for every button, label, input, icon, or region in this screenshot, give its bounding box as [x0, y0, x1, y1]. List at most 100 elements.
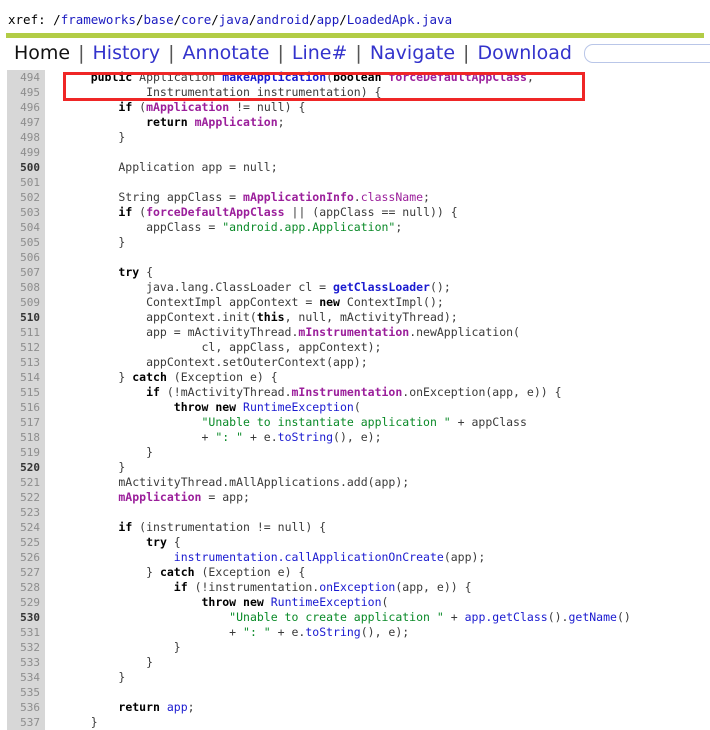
code-token[interactable]: mInstrumentation — [298, 325, 409, 339]
code-token[interactable]: forceDefaultAppClass — [146, 205, 284, 219]
code-line: try { — [63, 535, 710, 550]
line-number[interactable]: 508 — [7, 280, 45, 295]
code-token: ; — [277, 115, 285, 129]
line-number[interactable]: 515 — [7, 385, 45, 400]
line-number[interactable]: 520 — [7, 460, 45, 475]
code-token: public — [63, 70, 140, 84]
xref-breadcrumb: xref: /frameworks/base/core/java/android… — [0, 0, 710, 31]
line-number[interactable]: 503 — [7, 205, 45, 220]
line-number[interactable]: 517 — [7, 415, 45, 430]
line-number[interactable]: 523 — [7, 505, 45, 520]
line-number[interactable]: 501 — [7, 175, 45, 190]
line-number[interactable]: 504 — [7, 220, 45, 235]
code-token[interactable]: mApplication — [195, 115, 278, 129]
menu-item-annotate[interactable]: Annotate — [175, 42, 278, 64]
xref-segment-6[interactable]: LoadedApk.java — [347, 12, 452, 27]
line-number[interactable]: 512 — [7, 340, 45, 355]
line-number[interactable]: 531 — [7, 625, 45, 640]
menu-item-navigate[interactable]: Navigate — [362, 42, 463, 64]
code-token[interactable]: app — [167, 700, 188, 714]
line-number[interactable]: 509 — [7, 295, 45, 310]
xref-segment-5[interactable]: app — [317, 12, 340, 27]
code-token: app = mActivityThread. — [63, 325, 299, 339]
line-number[interactable]: 529 — [7, 595, 45, 610]
line-number[interactable]: 519 — [7, 445, 45, 460]
code-token: ContextImpl appContext = — [63, 295, 320, 309]
line-number[interactable]: 496 — [7, 100, 45, 115]
line-number[interactable]: 500 — [7, 160, 45, 175]
code-token: } — [63, 130, 126, 144]
line-number[interactable]: 514 — [7, 370, 45, 385]
line-number[interactable]: 507 — [7, 265, 45, 280]
menu-item-history[interactable]: History — [85, 42, 169, 64]
line-number[interactable]: 505 — [7, 235, 45, 250]
code-token[interactable]: RuntimeException — [271, 595, 382, 609]
code-token[interactable]: mInstrumentation — [292, 385, 403, 399]
code-token[interactable]: makeApplication — [222, 70, 326, 84]
line-number[interactable]: 533 — [7, 655, 45, 670]
code-line: if (instrumentation != null) { — [63, 520, 710, 535]
line-number[interactable]: 534 — [7, 670, 45, 685]
line-number[interactable]: 502 — [7, 190, 45, 205]
code-token[interactable]: instrumentation.callApplicationOnCreate — [174, 550, 444, 564]
line-number[interactable]: 535 — [7, 685, 45, 700]
line-number[interactable]: 530 — [7, 610, 45, 625]
code-token[interactable]: toString — [305, 625, 360, 639]
line-number[interactable]: 498 — [7, 130, 45, 145]
code-token: new — [319, 295, 347, 309]
code-token[interactable]: getName — [568, 610, 616, 624]
code-token: != null) { — [229, 100, 306, 114]
code-token: + — [63, 430, 216, 444]
code-line: cl, appClass, appContext); — [63, 340, 710, 355]
code-line: + ": " + e.toString(), e); — [63, 430, 710, 445]
line-number[interactable]: 513 — [7, 355, 45, 370]
code-token[interactable]: mApplication — [146, 100, 229, 114]
line-number[interactable]: 524 — [7, 520, 45, 535]
code-token: ( — [353, 400, 361, 414]
line-number[interactable]: 532 — [7, 640, 45, 655]
xref-segment-3[interactable]: java — [219, 12, 249, 27]
code-token[interactable]: toString — [278, 430, 333, 444]
code-token[interactable]: app.getClass — [465, 610, 548, 624]
xref-segment-0[interactable]: frameworks — [61, 12, 136, 27]
line-number[interactable]: 499 — [7, 145, 45, 160]
code-token[interactable]: onException — [319, 580, 395, 594]
line-number[interactable]: 521 — [7, 475, 45, 490]
line-number[interactable]: 510 — [7, 310, 45, 325]
line-number[interactable]: 494 — [7, 70, 45, 85]
menu-item-line[interactable]: Line# — [284, 42, 356, 64]
code-token: } — [63, 235, 126, 249]
code-token[interactable]: getClassLoader — [333, 280, 430, 294]
xref-segment-2[interactable]: core — [181, 12, 211, 27]
line-number[interactable]: 525 — [7, 535, 45, 550]
code-token: Application — [139, 70, 223, 84]
line-number[interactable]: 506 — [7, 250, 45, 265]
menu-item-home[interactable]: Home — [6, 42, 78, 64]
code-line: mActivityThread.mAllApplications.add(app… — [63, 475, 710, 490]
line-number[interactable]: 528 — [7, 580, 45, 595]
line-number[interactable]: 497 — [7, 115, 45, 130]
line-number[interactable]: 511 — [7, 325, 45, 340]
line-number[interactable]: 527 — [7, 565, 45, 580]
menu-item-download[interactable]: Download — [469, 42, 579, 64]
code-token[interactable]: RuntimeException — [243, 400, 354, 414]
xref-segment-4[interactable]: android — [256, 12, 309, 27]
line-number[interactable]: 526 — [7, 550, 45, 565]
code-token[interactable]: mApplicationInfo — [243, 190, 354, 204]
code-token: . — [353, 190, 361, 204]
line-number[interactable]: 516 — [7, 400, 45, 415]
line-number[interactable]: 495 — [7, 85, 45, 100]
line-number[interactable]: 522 — [7, 490, 45, 505]
line-number[interactable]: 537 — [7, 715, 45, 730]
search-input[interactable] — [583, 43, 710, 63]
line-number[interactable]: 518 — [7, 430, 45, 445]
code-token[interactable]: forceDefaultAppClass — [388, 70, 526, 84]
xref-segment-1[interactable]: base — [144, 12, 174, 27]
line-number[interactable]: 536 — [7, 700, 45, 715]
code-token[interactable]: mApplication — [63, 490, 201, 504]
